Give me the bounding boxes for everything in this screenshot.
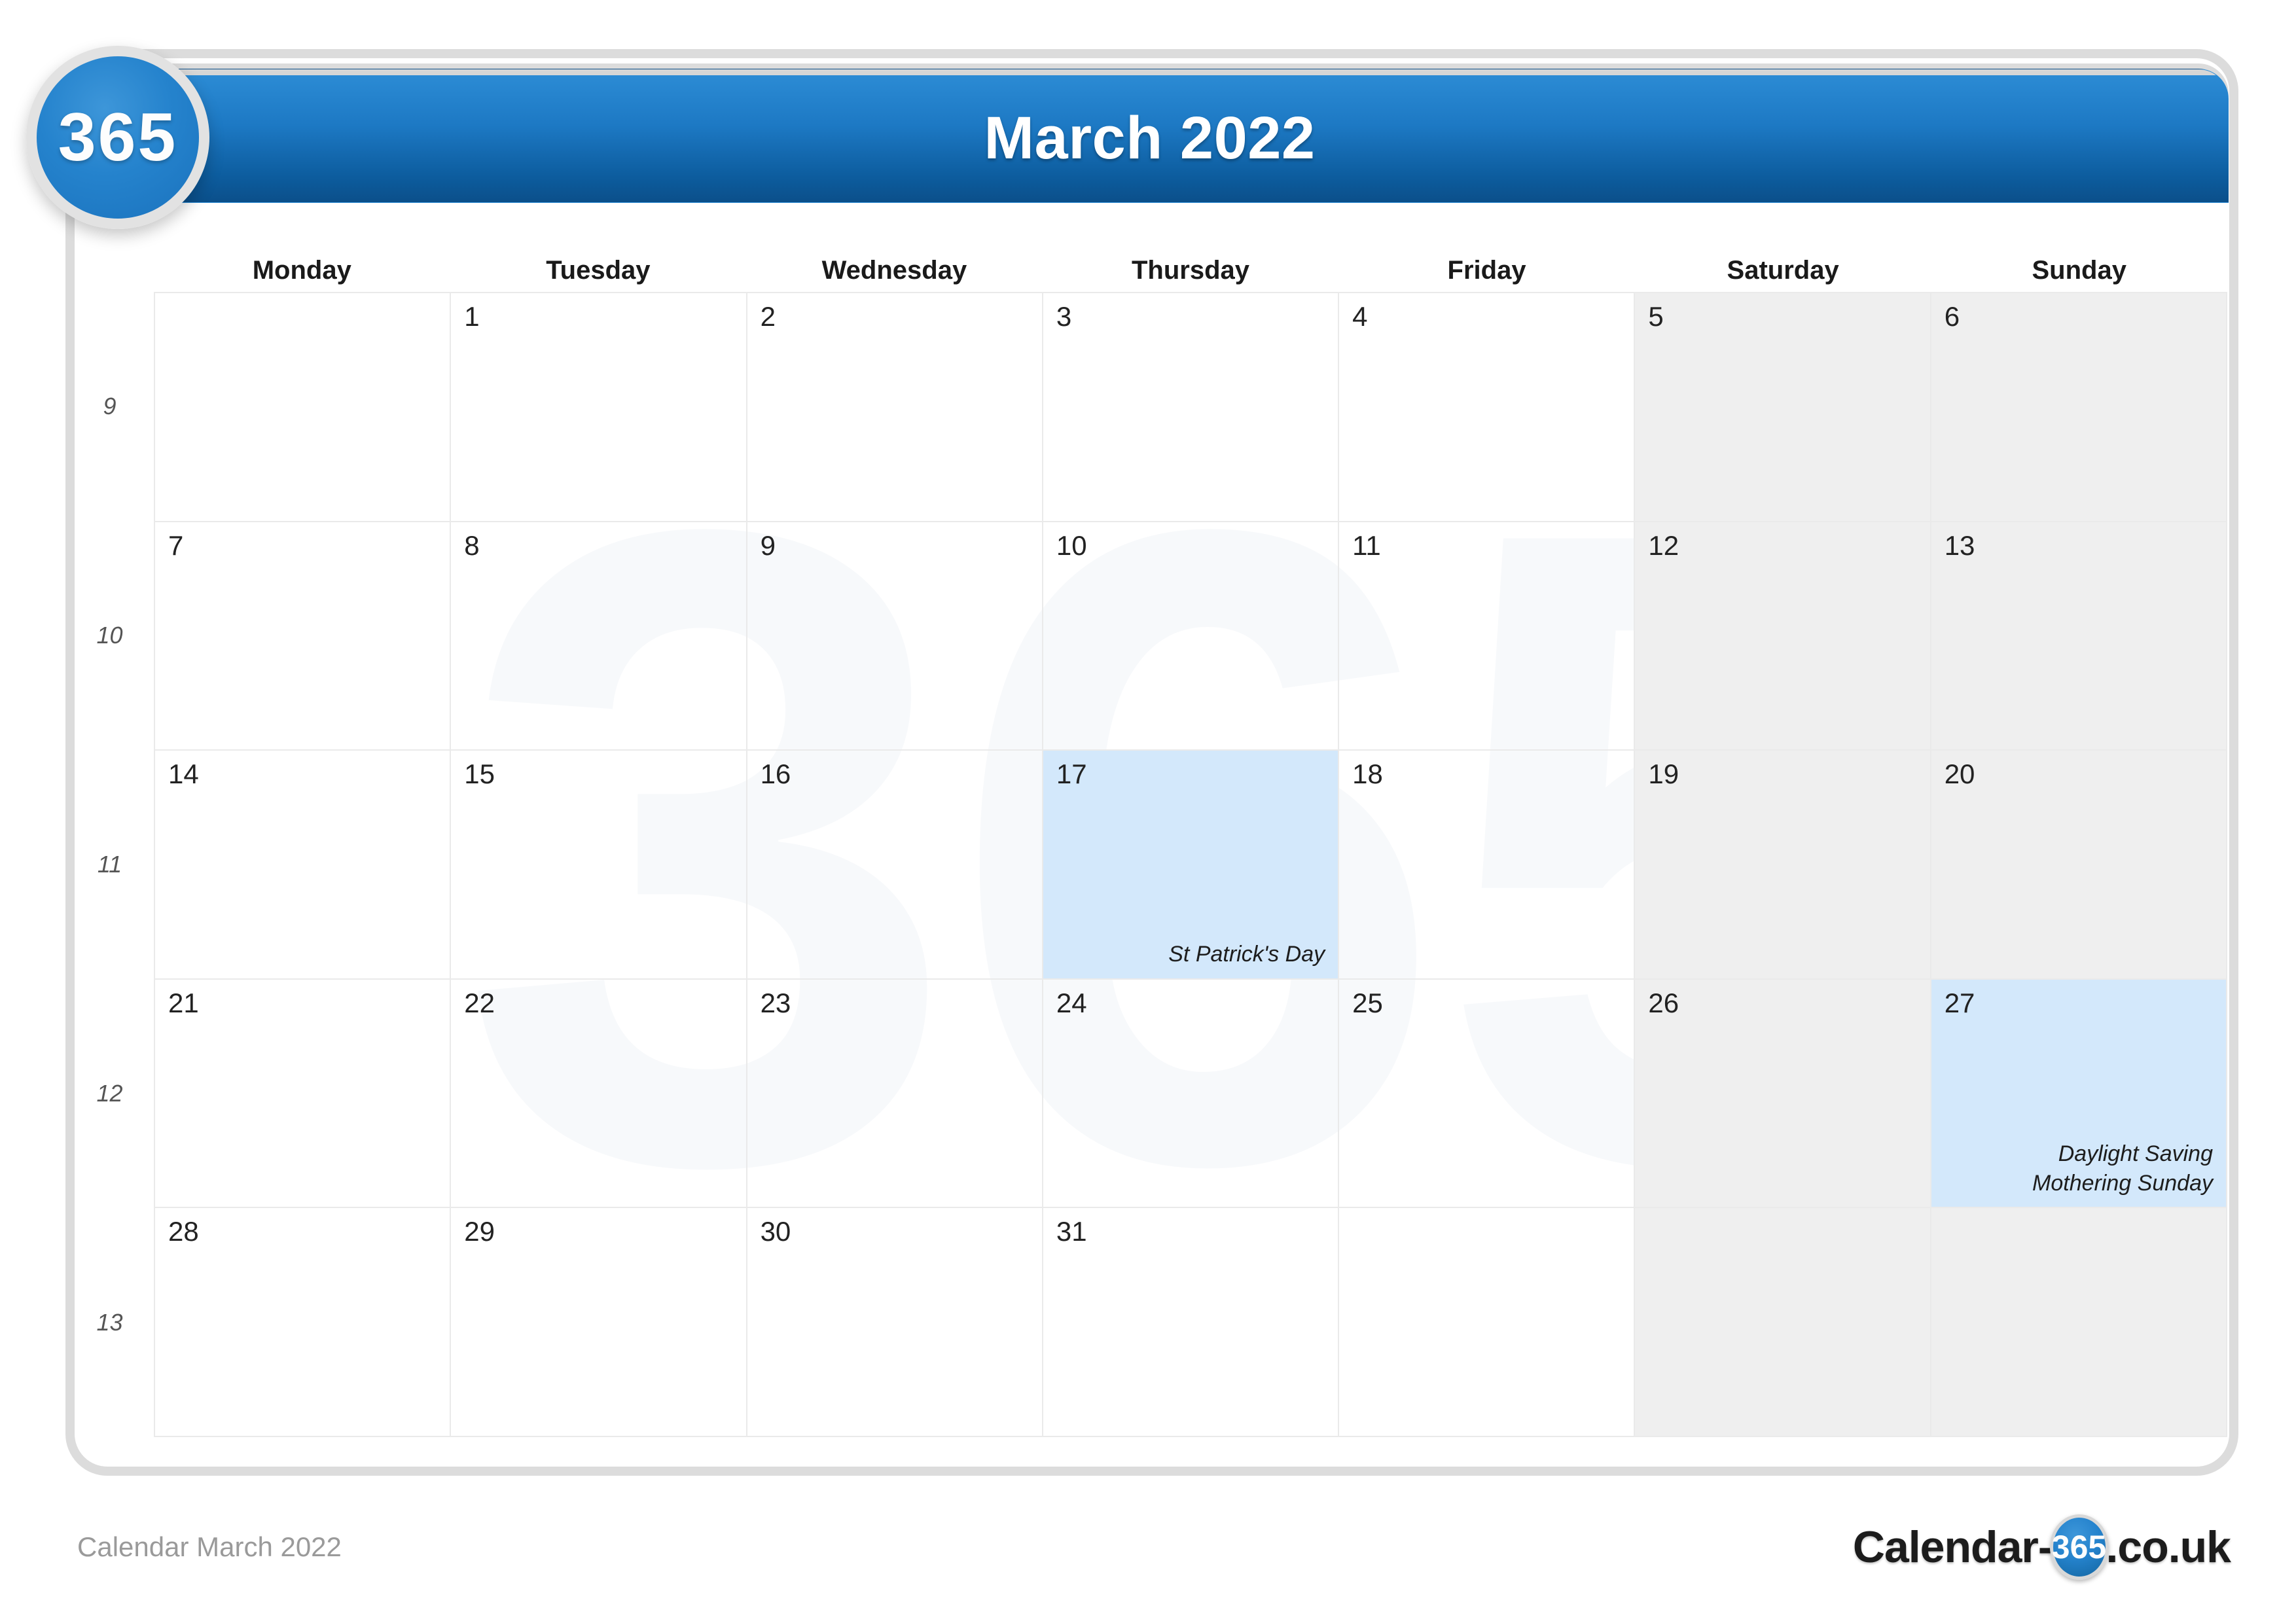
day-number: 18 (1352, 758, 1383, 790)
day-number: 15 (464, 758, 495, 790)
week-number: 9 (103, 393, 117, 419)
day-cell[interactable]: 9 (747, 522, 1043, 751)
day-number: 3 (1056, 301, 1072, 332)
day-number: 17 (1056, 758, 1087, 790)
calendar-header-bar: March 2022 (149, 69, 2229, 203)
calendar-page: March 2022 365 365 MondayTuesdayWednesda… (0, 0, 2296, 1623)
day-cell[interactable]: 29 (451, 1208, 747, 1437)
day-cell-empty (1339, 1208, 1636, 1437)
calendar-grid: 1 2 3 4 5 6 7 8 9 10 11 12 13 14 15 16 17 St Patrick's Da… (154, 292, 2227, 1437)
day-cell[interactable]: 16 (747, 751, 1043, 980)
weekday-header-thursday: Thursday (1131, 255, 1250, 285)
day-number: 14 (168, 758, 199, 790)
day-number: 28 (168, 1216, 199, 1247)
day-number: 1 (464, 301, 480, 332)
weekday-header-row: Monday Tuesday Wednesday Thursday Friday Satu… (154, 250, 2227, 291)
event-label: St Patrick's Day (1168, 941, 1325, 967)
day-number: 8 (464, 529, 480, 561)
week-number: 10 (96, 622, 123, 649)
day-number: 10 (1056, 529, 1087, 561)
day-cell[interactable]: 15 (451, 751, 747, 980)
week-number: 12 (96, 1080, 123, 1107)
day-cell[interactable]: 19 (1635, 751, 1931, 980)
day-cell[interactable]: 11 (1339, 522, 1636, 751)
day-number: 29 (464, 1216, 495, 1247)
day-cell[interactable]: 10 (1043, 522, 1340, 751)
day-cell[interactable]: 25 (1339, 979, 1636, 1209)
page-title: March 2022 (984, 105, 1316, 171)
day-number: 30 (760, 1216, 791, 1247)
footer-logo-badge-label: 365 (2051, 1529, 2107, 1565)
day-number: 26 (1648, 987, 1679, 1018)
week-number: 13 (96, 1309, 123, 1336)
day-cell[interactable]: 30 (747, 1208, 1043, 1437)
day-cell[interactable]: 28 (155, 1208, 452, 1437)
event-label: Mothering Sunday (2032, 1170, 2213, 1196)
day-events: Daylight Saving Mothering Sunday (2032, 1139, 2213, 1198)
day-number: 4 (1352, 301, 1368, 332)
day-number: 31 (1056, 1216, 1087, 1247)
day-number: 5 (1648, 301, 1664, 332)
day-cell[interactable]: 31 (1043, 1208, 1340, 1437)
day-number: 19 (1648, 758, 1679, 790)
day-cell[interactable]: 5 (1635, 293, 1931, 522)
day-cell[interactable]: 22 (451, 979, 747, 1209)
day-cell-empty (155, 293, 452, 522)
day-number: 12 (1648, 529, 1679, 561)
day-cell[interactable]: 20 (1931, 751, 2227, 980)
day-cell[interactable]: 21 (155, 979, 452, 1209)
day-cell[interactable]: 26 (1635, 979, 1931, 1209)
weekday-header-tuesday: Tuesday (546, 255, 651, 285)
day-cell[interactable]: 8 (451, 522, 747, 751)
event-label: Daylight Saving (2058, 1141, 2213, 1166)
day-cell[interactable]: 24 (1043, 979, 1340, 1209)
day-number: 7 (168, 529, 184, 561)
day-cell[interactable]: 6 (1931, 293, 2227, 522)
day-cell[interactable]: 4 (1339, 293, 1636, 522)
weekday-header-wednesday: Wednesday (821, 255, 967, 285)
week-number: 11 (97, 851, 122, 878)
day-number: 24 (1056, 987, 1087, 1018)
day-number: 11 (1352, 529, 1381, 561)
day-number: 22 (464, 987, 495, 1018)
weekday-header-monday: Monday (252, 255, 351, 285)
footer-logo-suffix: .co.uk (2106, 1522, 2231, 1572)
day-cell[interactable]: 2 (747, 293, 1043, 522)
day-cell[interactable]: 23 (747, 979, 1043, 1209)
footer-logo-badge-icon: 365 (2049, 1514, 2109, 1580)
day-number: 6 (1944, 301, 1960, 332)
day-number: 16 (760, 758, 791, 790)
day-cell[interactable]: 27 Daylight Saving Mothering Sunday (1931, 979, 2227, 1209)
footer-caption: Calendar March 2022 (77, 1531, 342, 1562)
day-number: 27 (1944, 987, 1975, 1018)
day-cell[interactable]: 17 St Patrick's Day (1043, 751, 1340, 980)
day-cell[interactable]: 12 (1635, 522, 1931, 751)
weekday-header-friday: Friday (1447, 255, 1526, 285)
day-cell[interactable]: 3 (1043, 293, 1340, 522)
week-number-column: 9 10 11 12 13 (65, 292, 154, 1437)
weekday-header-saturday: Saturday (1727, 255, 1839, 285)
day-cell-empty (1635, 1208, 1931, 1437)
day-events: St Patrick's Day (1168, 940, 1325, 969)
day-cell[interactable]: 1 (451, 293, 747, 522)
day-number: 9 (760, 529, 776, 561)
day-cell[interactable]: 14 (155, 751, 452, 980)
day-number: 2 (760, 301, 776, 332)
day-number: 23 (760, 987, 791, 1018)
footer-logo-prefix: Calendar- (1852, 1522, 2053, 1572)
day-number: 20 (1944, 758, 1975, 790)
day-cell-empty (1931, 1208, 2227, 1437)
day-cell[interactable]: 13 (1931, 522, 2227, 751)
footer-logo[interactable]: Calendar- 365 .co.uk (1852, 1514, 2231, 1580)
day-number: 13 (1944, 529, 1975, 561)
weekday-header-sunday: Sunday (2032, 255, 2126, 285)
day-cell[interactable]: 7 (155, 522, 452, 751)
day-number: 25 (1352, 987, 1383, 1018)
brand-badge-label: 365 (58, 99, 178, 175)
day-cell[interactable]: 18 (1339, 751, 1636, 980)
day-number: 21 (168, 987, 199, 1018)
brand-badge-365: 365 (26, 46, 209, 229)
